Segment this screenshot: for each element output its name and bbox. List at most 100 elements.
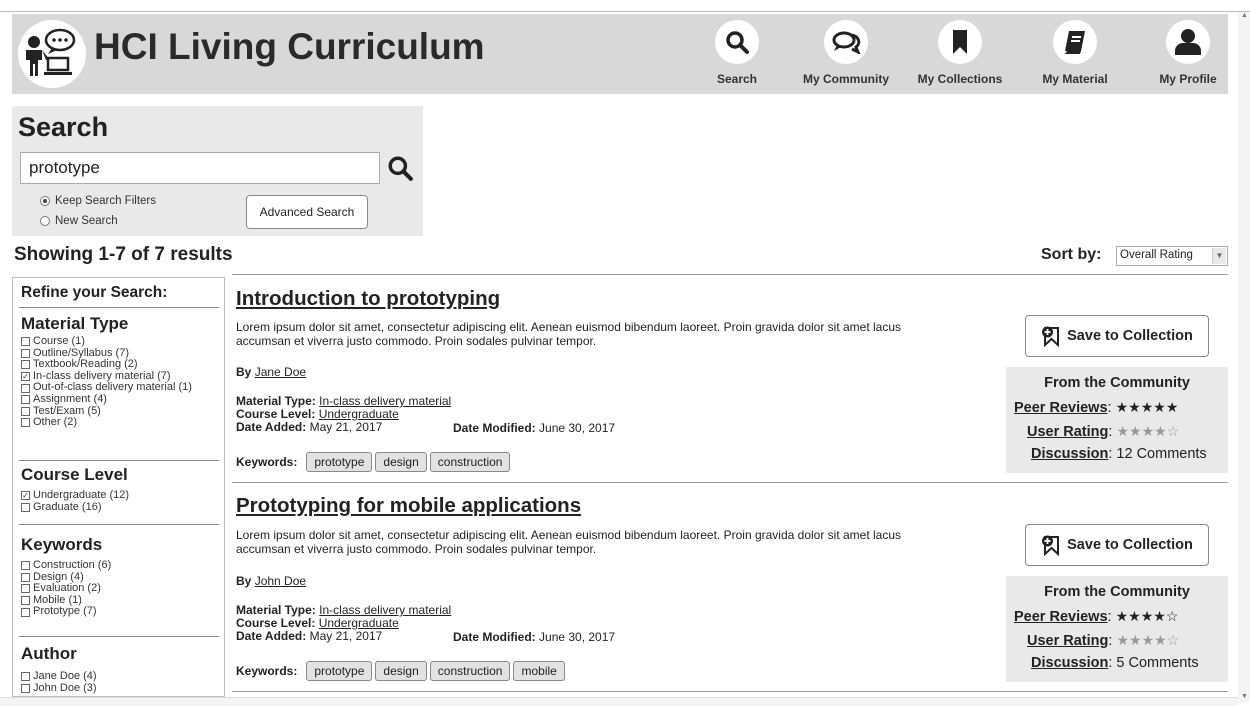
author-link[interactable]: John Doe	[255, 574, 306, 588]
star-icon: ☆	[1165, 608, 1179, 624]
user-rating-link[interactable]: User Rating	[1027, 633, 1108, 649]
vertical-scrollbar[interactable]: ▲ ▼	[1238, 12, 1250, 702]
facet-list-author: Jane Doe (4) John Doe (3)	[21, 670, 97, 695]
user-rating-row: User Rating: ★★★★☆	[1027, 423, 1180, 440]
material-type-link[interactable]: In-class delivery material	[319, 603, 451, 617]
checkbox[interactable]	[21, 418, 30, 428]
checkbox[interactable]	[21, 395, 30, 405]
star-icon: ★	[1140, 399, 1154, 415]
checkbox[interactable]	[21, 406, 30, 416]
radio-label: New Search	[55, 215, 118, 227]
checkbox-label: Other (2)	[33, 416, 78, 429]
by-label: By	[236, 574, 252, 588]
user-rating-link[interactable]: User Rating	[1027, 424, 1108, 440]
keyword-tag[interactable]: mobile	[513, 661, 565, 681]
divider	[19, 524, 219, 525]
scroll-down-icon[interactable]: ▼	[1241, 693, 1248, 700]
logo[interactable]	[18, 20, 86, 88]
checkbox[interactable]	[21, 596, 30, 606]
checkbox[interactable]	[21, 502, 30, 512]
checkbox[interactable]	[21, 360, 30, 370]
checkbox[interactable]	[21, 383, 30, 393]
radio-keep-filters[interactable]: Keep Search Filters	[40, 195, 156, 207]
author-link[interactable]: Jane Doe	[255, 365, 306, 379]
scroll-up-icon[interactable]: ▲	[1241, 12, 1248, 19]
keywords-row: Keywords: prototype design construction	[236, 452, 511, 472]
user-rating-stars: ★★★★☆	[1116, 423, 1179, 439]
horizontal-scrollbar[interactable]	[0, 697, 1238, 706]
search-title: Search	[18, 112, 109, 142]
nav-my-profile[interactable]: My Profile	[1148, 20, 1228, 92]
community-title: From the Community	[1044, 375, 1190, 391]
material-type-option[interactable]: Other (2)	[21, 417, 192, 429]
meta-label: Course Level:	[236, 616, 316, 630]
nav-my-community[interactable]: My Community	[794, 20, 898, 92]
sort-label: Sort by:	[1041, 246, 1102, 263]
peer-rating-stars: ★★★★☆	[1116, 608, 1179, 624]
date-modified-row: Date Modified: June 30, 2017	[453, 421, 615, 435]
keyword-tag[interactable]: prototype	[306, 452, 373, 472]
results-count: Showing 1-7 of 7 results	[14, 244, 233, 265]
author-option[interactable]: John Doe (3)	[21, 681, 97, 695]
material-type-option[interactable]: Course (1)	[21, 335, 192, 348]
result-title[interactable]: Prototyping for mobile applications	[236, 494, 581, 518]
checkbox[interactable]	[21, 337, 30, 347]
radio-button[interactable]	[40, 216, 50, 226]
peer-reviews-link[interactable]: Peer Reviews	[1014, 609, 1108, 625]
advanced-search-button[interactable]: Advanced Search	[246, 195, 368, 229]
discussion-link[interactable]: Discussion	[1031, 446, 1108, 462]
sort-select[interactable]: Overall Rating ▼	[1116, 246, 1228, 266]
nav-my-material[interactable]: My Material	[1030, 20, 1120, 92]
checkbox[interactable]	[21, 348, 30, 358]
author-option[interactable]: Jane Doe (4)	[21, 670, 97, 683]
course-level-link[interactable]: Undergraduate	[319, 407, 399, 421]
keyword-option[interactable]: Prototype (7)	[21, 606, 111, 618]
checkbox[interactable]	[21, 607, 30, 617]
peer-reviews-row: Peer Reviews: ★★★★☆	[1014, 608, 1179, 625]
checkbox[interactable]	[21, 672, 30, 682]
facet-title-material-type: Material Type	[21, 314, 129, 333]
keyword-tag[interactable]: construction	[429, 452, 511, 472]
peer-reviews-row: Peer Reviews: ★★★★★	[1014, 399, 1179, 416]
peer-reviews-link[interactable]: Peer Reviews	[1014, 400, 1108, 416]
material-type-option[interactable]: Assignment (4)	[21, 393, 192, 406]
nav-search[interactable]: Search	[702, 20, 772, 92]
keyword-tag[interactable]: design	[375, 452, 427, 472]
facet-list-course-level: ✓ Undergraduate (12) Graduate (16)	[21, 489, 129, 514]
checkbox[interactable]	[21, 572, 30, 582]
search-button[interactable]	[384, 152, 416, 184]
nav-my-collections[interactable]: My Collections	[908, 20, 1012, 92]
star-icon: ★	[1115, 399, 1129, 415]
keyword-tag[interactable]: design	[375, 661, 427, 681]
keyword-tag[interactable]: construction	[429, 661, 511, 681]
checkbox-label: John Doe (3)	[33, 681, 97, 694]
date-modified: June 30, 2017	[539, 421, 616, 435]
checkbox[interactable]	[21, 561, 30, 571]
discussion-link[interactable]: Discussion	[1031, 655, 1108, 671]
result-title[interactable]: Introduction to prototyping	[236, 287, 500, 311]
search-input[interactable]	[20, 152, 380, 184]
keyword-tag[interactable]: prototype	[306, 661, 373, 681]
radio-button[interactable]	[40, 196, 50, 206]
star-icon: ☆	[1166, 632, 1180, 648]
meta-label: Date Modified:	[453, 421, 536, 435]
save-to-collection-button[interactable]: Save to Collection	[1025, 524, 1209, 566]
community-panel: From the Community Peer Reviews: ★★★★☆ U…	[1006, 576, 1228, 682]
result-item: Introduction to prototyping Lorem ipsum …	[232, 277, 1228, 483]
star-icon: ★	[1129, 423, 1142, 439]
checkbox[interactable]: ✓	[21, 372, 30, 382]
radio-new-search[interactable]: New Search	[40, 215, 118, 227]
save-to-collection-button[interactable]: Save to Collection	[1025, 315, 1209, 357]
course-level-option[interactable]: ✓ Undergraduate (12)	[21, 489, 129, 502]
date-modified-row: Date Modified: June 30, 2017	[453, 630, 615, 644]
course-level-option[interactable]: Graduate (16)	[21, 501, 129, 514]
checkbox[interactable]	[21, 584, 30, 594]
material-type-row: Material Type: In-class delivery materia…	[236, 395, 451, 408]
course-level-link[interactable]: Undergraduate	[319, 616, 399, 630]
material-type-link[interactable]: In-class delivery material	[319, 394, 451, 408]
divider	[19, 307, 219, 308]
star-icon: ★	[1128, 608, 1141, 624]
checkbox[interactable]: ✓	[21, 491, 30, 501]
keyword-option[interactable]: Construction (6)	[21, 559, 111, 572]
checkbox[interactable]	[21, 683, 30, 693]
